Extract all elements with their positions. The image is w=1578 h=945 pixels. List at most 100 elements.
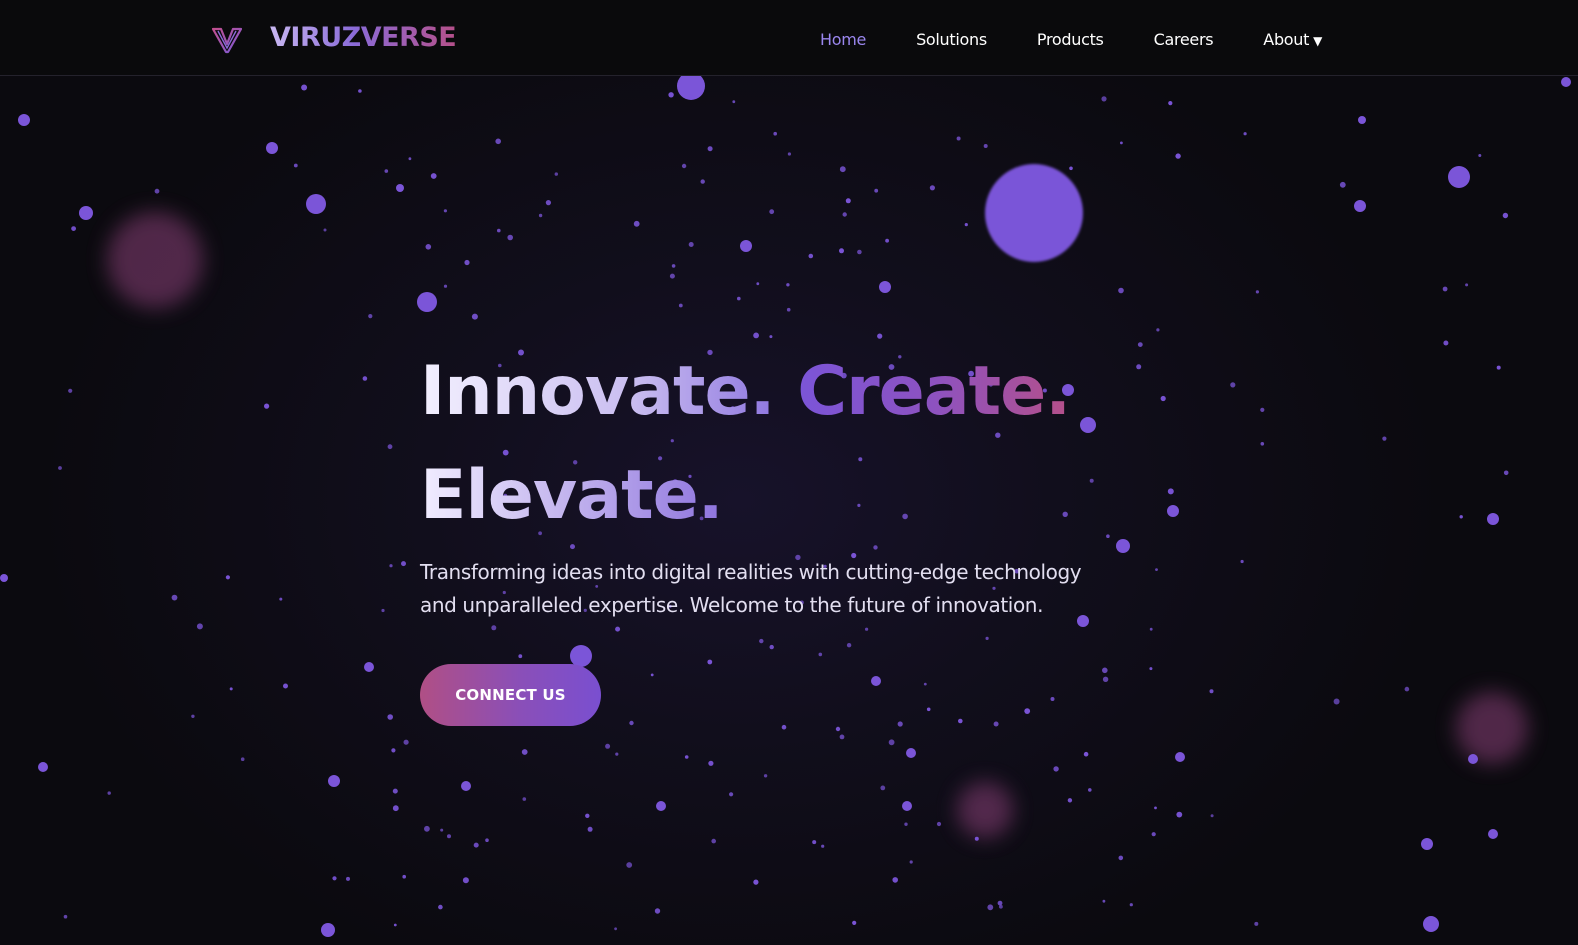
particle xyxy=(0,574,8,582)
particle xyxy=(857,249,862,255)
hero-title-word-elevate: Elevate. xyxy=(420,456,724,535)
particle xyxy=(401,561,406,567)
particle xyxy=(403,739,409,745)
particle xyxy=(585,813,590,818)
particle xyxy=(58,466,62,470)
particle xyxy=(438,904,443,910)
particle xyxy=(983,144,988,148)
hero-subtitle: Transforming ideas into digital realitie… xyxy=(420,560,1082,617)
particle xyxy=(225,575,230,580)
particle xyxy=(473,842,479,848)
particle xyxy=(633,220,640,227)
particle xyxy=(462,877,469,884)
particle xyxy=(769,335,773,339)
particle xyxy=(447,834,451,839)
particle xyxy=(1129,903,1133,907)
nav-item-solutions[interactable]: Solutions xyxy=(916,30,987,49)
particle xyxy=(264,403,270,409)
particle xyxy=(879,281,891,293)
particle xyxy=(522,797,527,801)
v-logo-icon[interactable] xyxy=(212,26,242,54)
particle xyxy=(1459,515,1463,519)
particle xyxy=(605,743,611,749)
particle xyxy=(154,188,160,194)
nav-item-careers[interactable]: Careers xyxy=(1154,30,1214,49)
hero-section: Innovate. Create. Elevate. Transforming … xyxy=(420,340,1180,726)
particle xyxy=(929,185,936,191)
particle xyxy=(443,209,447,213)
particle xyxy=(408,157,412,161)
particle xyxy=(1421,838,1433,850)
particle xyxy=(732,100,736,104)
particle xyxy=(892,877,898,883)
particle xyxy=(107,791,111,795)
particle xyxy=(1175,752,1185,762)
particle xyxy=(1254,921,1259,926)
particle xyxy=(392,805,399,812)
particle xyxy=(812,840,817,845)
particle xyxy=(68,388,73,393)
particle xyxy=(497,228,501,233)
particle xyxy=(1443,340,1449,346)
particle xyxy=(842,212,847,217)
particle xyxy=(737,296,741,301)
particle xyxy=(852,920,857,926)
particle xyxy=(729,792,734,797)
particle xyxy=(229,687,233,691)
particle xyxy=(1503,470,1509,476)
particle xyxy=(538,213,543,218)
particle xyxy=(1496,365,1501,370)
particle xyxy=(1561,77,1571,87)
particle xyxy=(1175,153,1181,159)
particle xyxy=(839,166,846,173)
particle xyxy=(1101,96,1107,102)
particle xyxy=(671,264,676,268)
particle xyxy=(358,89,362,93)
particle xyxy=(384,169,389,173)
particle xyxy=(769,209,775,215)
connect-us-button[interactable]: CONNECT US xyxy=(420,664,601,726)
nav-item-home[interactable]: Home xyxy=(820,30,866,49)
particle xyxy=(1487,513,1499,525)
particle xyxy=(63,914,68,919)
particle xyxy=(669,273,675,279)
brand-name[interactable]: VIRUZVERSE xyxy=(270,22,457,53)
particle xyxy=(495,138,502,145)
particle xyxy=(79,206,93,220)
particle xyxy=(1488,829,1498,839)
particle xyxy=(839,734,845,740)
particle xyxy=(1088,788,1092,792)
particle xyxy=(424,825,430,832)
particle xyxy=(1465,283,1469,287)
nav-item-about[interactable]: About ▼ xyxy=(1263,30,1322,49)
particle xyxy=(554,172,558,176)
particle xyxy=(18,114,30,126)
particle xyxy=(396,184,404,192)
particle xyxy=(808,253,814,259)
particle xyxy=(391,748,396,753)
particle xyxy=(1468,754,1478,764)
particle xyxy=(1118,287,1124,294)
particle xyxy=(1243,132,1247,136)
nav-item-products[interactable]: Products xyxy=(1037,30,1104,49)
particle xyxy=(306,194,326,214)
particle xyxy=(1354,200,1366,212)
particle xyxy=(323,228,327,232)
particle xyxy=(507,234,513,241)
particle xyxy=(346,876,350,881)
particle xyxy=(381,608,385,613)
particle xyxy=(614,927,617,931)
particle xyxy=(904,822,908,826)
particle xyxy=(464,259,470,266)
particle xyxy=(786,283,790,287)
particle xyxy=(835,726,841,732)
particle xyxy=(711,838,716,844)
particle xyxy=(688,242,694,247)
particle xyxy=(773,131,777,136)
particle xyxy=(626,862,633,868)
particle xyxy=(656,801,666,811)
particle xyxy=(615,752,619,756)
particle xyxy=(1448,166,1470,188)
particle xyxy=(1168,101,1173,106)
particle xyxy=(964,223,968,227)
